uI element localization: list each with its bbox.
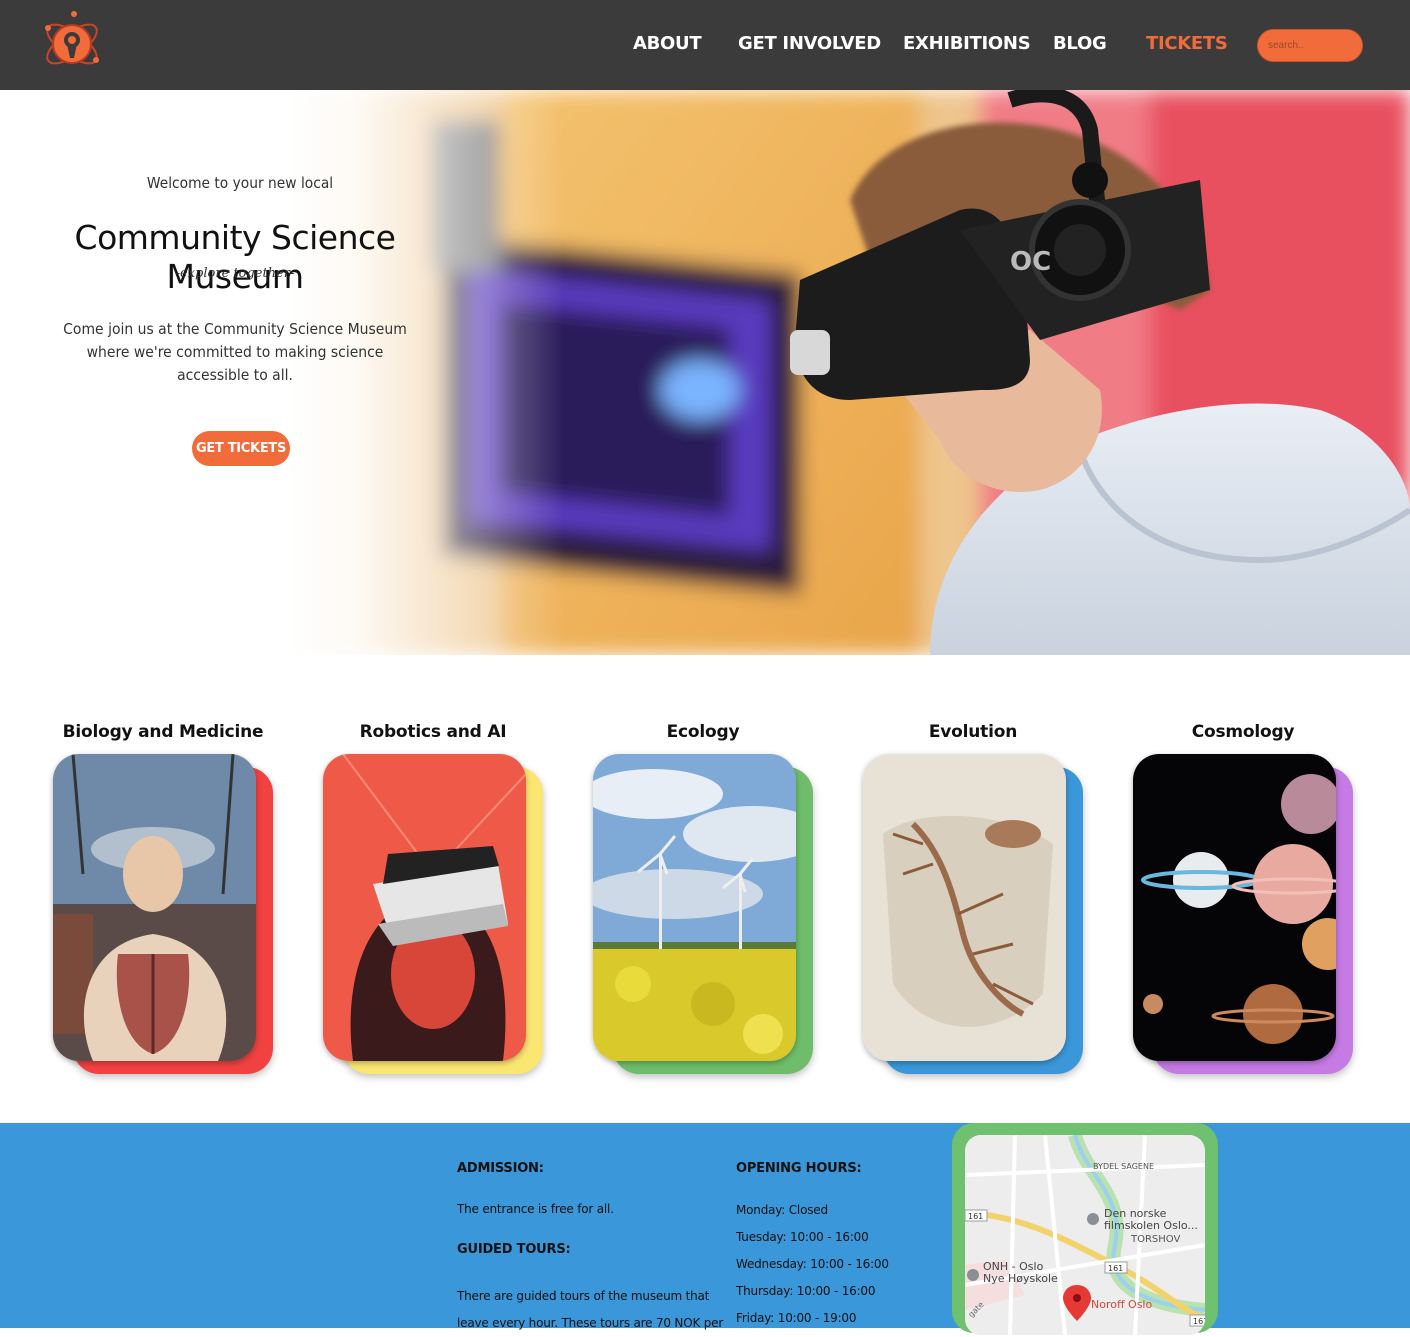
category-title: Evolution	[928, 722, 1018, 742]
top-navigation-bar: ABOUT GET INVOLVED EXHIBITIONS BLOG TICK…	[0, 0, 1410, 90]
exhibition-categories: Biology and Medicine Robotics and AI Eco…	[0, 655, 1410, 1123]
category-card-robotics[interactable]: Robotics and AI	[323, 655, 553, 1085]
category-card-cosmology[interactable]: Cosmology	[1133, 655, 1363, 1085]
category-card-ecology[interactable]: Ecology	[593, 655, 823, 1085]
category-title: Robotics and AI	[359, 722, 507, 742]
location-map[interactable]: 161 161 161 BYDEL SAGENE Den norske film…	[965, 1135, 1205, 1335]
hero-section: OC Welcome to your new local Community S…	[0, 90, 1410, 655]
map-label-noroff: Noroff Oslo	[1091, 1298, 1152, 1311]
map-label-filmskolen-line-2: filmskolen Oslo...	[1104, 1219, 1198, 1232]
nav-get-involved-link[interactable]: GET INVOLVED	[738, 33, 881, 54]
museum-logo-icon[interactable]	[40, 10, 104, 78]
guided-tours-text-line-1: There are guided tours of the museum tha…	[457, 1289, 710, 1303]
evolution-fossil-image	[863, 754, 1066, 1061]
category-card-evolution[interactable]: Evolution	[863, 655, 1093, 1085]
hero-welcome-text: Welcome to your new local	[146, 174, 334, 192]
hours-thursday: Thursday: 10:00 - 16:00	[736, 1284, 876, 1298]
admission-text: The entrance is free for all.	[457, 1202, 614, 1216]
nav-exhibitions-link[interactable]: EXHIBITIONS	[903, 33, 1031, 54]
hours-tuesday: Tuesday: 10:00 - 16:00	[736, 1230, 869, 1244]
map-label-bydel-sagene: BYDEL SAGENE	[1093, 1162, 1154, 1171]
opening-hours-heading: OPENING HOURS:	[736, 1161, 862, 1176]
nav-blog-link[interactable]: BLOG	[1053, 33, 1107, 54]
hero-museum-title: Community Science Museum	[74, 218, 396, 296]
map-road-label-3: 161	[1193, 1317, 1205, 1326]
map-label-torshov: TORSHOV	[1130, 1234, 1180, 1245]
hours-monday: Monday: Closed	[736, 1203, 828, 1217]
get-tickets-button[interactable]: GET TICKETS	[192, 431, 290, 466]
search-input[interactable]	[1257, 29, 1363, 62]
guided-tours-text-line-2: leave every hour. These tours are 70 NOK…	[457, 1316, 724, 1330]
hours-wednesday: Wednesday: 10:00 - 16:00	[736, 1257, 889, 1271]
nav-tickets-link[interactable]: TICKETS	[1146, 33, 1228, 54]
nav-about-link[interactable]: ABOUT	[633, 33, 702, 54]
category-title: Ecology	[666, 722, 740, 742]
category-title: Cosmology	[1191, 722, 1295, 742]
cosmology-planets-image	[1133, 754, 1336, 1061]
map-road-label-2: 161	[1108, 1264, 1123, 1273]
hero-tagline: -explore together-	[175, 266, 295, 281]
opening-hours-column: OPENING HOURS: Monday: Closed Tuesday: 1…	[736, 1161, 889, 1332]
map-road-label-1: 161	[968, 1212, 983, 1221]
guided-tours-heading: GUIDED TOURS:	[457, 1242, 571, 1257]
ecology-windmill-image	[593, 754, 796, 1061]
category-title: Biology and Medicine	[62, 722, 264, 742]
map-label-onh-line-2: Nye Høyskole	[983, 1272, 1058, 1285]
admission-column: ADMISSION: The entrance is free for all.…	[457, 1161, 723, 1337]
robotics-vr-image	[323, 754, 526, 1061]
admission-heading: ADMISSION:	[457, 1161, 544, 1176]
category-card-biology[interactable]: Biology and Medicine	[53, 655, 283, 1085]
hero-description: Come join us at the Community Science Mu…	[63, 320, 407, 384]
biology-anatomy-image	[53, 754, 256, 1061]
